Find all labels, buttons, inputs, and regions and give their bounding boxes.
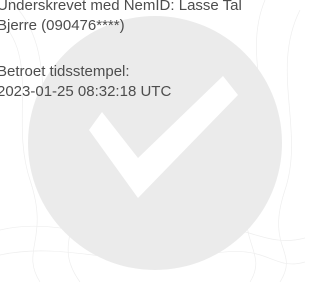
signer-line-1: Underskrevet med NemID: Lasse Tal	[0, 0, 242, 14]
checkmark-seal-icon	[0, 0, 305, 282]
timestamp-label: Betroet tidsstempel:	[0, 63, 130, 80]
timestamp-value: 2023-01-25 08:32:18 UTC	[0, 83, 172, 100]
signed-with-nemid-text: Underskrevet med NemID: Lasse Tal Bjerre…	[0, 0, 242, 36]
signature-stamp: Underskrevet med NemID: Lasse Tal Bjerre…	[0, 0, 305, 282]
trusted-timestamp-text: Betroet tidsstempel: 2023-01-25 08:32:18…	[0, 62, 171, 102]
signer-line-2: Bjerre (090476****)	[0, 17, 125, 34]
